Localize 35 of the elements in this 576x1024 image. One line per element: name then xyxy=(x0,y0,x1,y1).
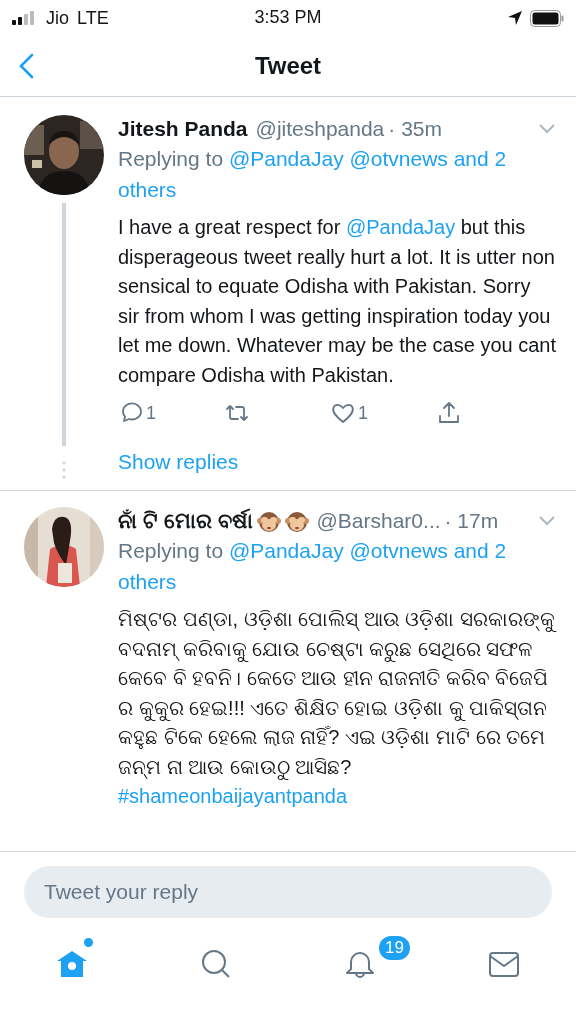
action-count: 1 xyxy=(358,402,368,424)
tweet-text: I have a great respect for @PandaJay but this disperageous tweet really hurt a lot. It is utter non sensical to equate Odisha with Pakistan. Sorry sir from whom I was getting inspiration today you let me down. Whatever may be the case you cant compare Odisha with Pakistan. xyxy=(118,215,556,388)
notification-count: 19 xyxy=(379,936,410,960)
battery-icon xyxy=(530,9,564,27)
clock-time: 3:53 PM xyxy=(254,7,322,27)
user-handle[interactable]: @jiteshpanda xyxy=(255,115,385,143)
share-icon[interactable] xyxy=(436,400,462,426)
mention-link[interactable]: and 2 xyxy=(453,147,507,170)
replying-to-text: Replying to @PandaJay @otvnews and 2 others xyxy=(118,146,508,203)
reply-field[interactable]: Tweet your reply xyxy=(24,866,552,918)
mention-link[interactable]: @otvnews xyxy=(349,539,448,562)
show-replies-link[interactable]: Show replies xyxy=(118,450,239,473)
display-name[interactable]: ନାଁ ଟି ମୋର ବର୍ଷା xyxy=(118,507,253,535)
network-type: LTE xyxy=(77,7,109,29)
more-replies-dots-icon xyxy=(62,460,66,480)
mention-link[interactable]: @PandaJay xyxy=(228,539,344,562)
mention-link[interactable]: @PandaJay xyxy=(228,147,344,170)
location-arrow-icon xyxy=(508,11,522,25)
replying-to-text: Replying to @PandaJay @otvnews and 2 others xyxy=(118,538,508,595)
tweet-time: · 17m xyxy=(444,508,499,534)
carrier-name: Jio xyxy=(46,7,69,29)
monkey-icon xyxy=(284,509,309,533)
mention-link[interactable]: others xyxy=(118,570,177,593)
display-name[interactable]: Jitesh Panda xyxy=(118,115,248,143)
page-title: Tweet xyxy=(254,52,322,80)
hashtag-link[interactable]: #shameonbaijayantpanda xyxy=(118,782,348,812)
user-handle[interactable]: @Barshar0... xyxy=(316,507,441,535)
mention-link[interactable]: @PandaJay xyxy=(345,216,456,238)
mention-link[interactable]: and 2 xyxy=(453,539,507,562)
monkey-icon xyxy=(256,509,281,533)
mention-link[interactable]: @otvnews xyxy=(349,147,448,170)
mention-link[interactable]: others xyxy=(118,178,177,201)
action-count: 1 xyxy=(146,402,156,424)
tweet-time: · 35m xyxy=(388,116,442,142)
tweet-text: ମିଷ୍ଟର ପଣ୍ଡା, ଓଡ଼ିଶା ପୋଲିସ୍ ଆଉ ଓଡ଼ିଶା ସରକାରଙ୍କୁ ବଦନାମ୍ କରିବାକୁ ଯୋଉ ଚେଷ୍ଟା କରୁଛ ସେଥିରେ ସଫଳ କେବେ ବି ହବନି। କେତେ ଆଉ ହୀନ ରାଜନୀତି କରିବ ବିଜେପି ର କୁକୁର ହେଇ!!! ଏତେ ଶିକ୍ଷିତ ହୋଇ ଓଡ଼ିଶା କୁ ପାକିସ୍ତାନ କହୁଛ ଟିକେ ହେଲେ ଲାଜ ନାହିଁ? ଏଇ ଓଡ଼ିଶା ମାଟି ରେ ତମେ ଜନ୍ମ ନା ଆଉ କୋଉଠୁ ଆସିଛ? xyxy=(118,607,556,782)
